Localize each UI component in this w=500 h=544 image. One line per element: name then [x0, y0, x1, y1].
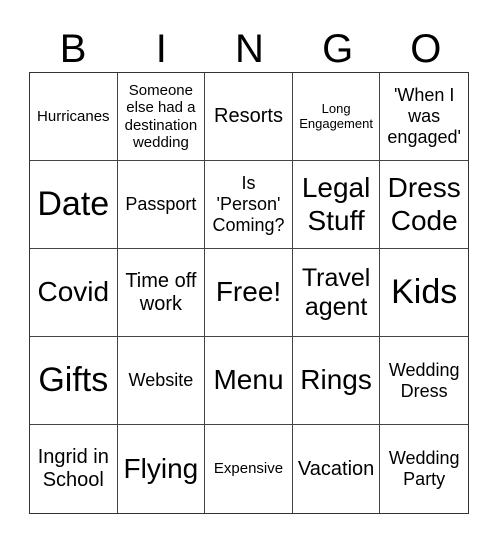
- bingo-header: BINGO: [29, 26, 470, 72]
- header-letter: B: [59, 27, 87, 71]
- bingo-cell[interactable]: Resorts: [205, 73, 293, 161]
- bingo-cell[interactable]: Wedding Dress: [380, 337, 468, 425]
- bingo-cell[interactable]: Menu: [205, 337, 293, 425]
- bingo-cell[interactable]: Kids: [380, 249, 468, 337]
- bingo-cell[interactable]: Date: [30, 161, 118, 249]
- bingo-cell[interactable]: Someone else had a destination wedding: [117, 73, 206, 161]
- bingo-cell[interactable]: Wedding Party: [380, 425, 468, 513]
- bingo-cell[interactable]: Long Engagement: [292, 73, 381, 161]
- bingo-cell[interactable]: Time off work: [117, 249, 206, 337]
- header-letter: N: [235, 27, 264, 71]
- bingo-cell[interactable]: Vacation: [293, 425, 381, 513]
- bingo-cell[interactable]: Covid: [30, 249, 118, 337]
- bingo-cell[interactable]: Rings: [292, 337, 381, 425]
- bingo-cell[interactable]: Free!: [205, 249, 293, 337]
- bingo-cell[interactable]: Expensive: [205, 425, 293, 513]
- bingo-cell[interactable]: Gifts: [30, 337, 118, 425]
- bingo-cell[interactable]: Dress Code: [380, 161, 468, 249]
- bingo-cell[interactable]: Travel agent: [292, 249, 381, 337]
- header-letter: O: [410, 27, 442, 71]
- bingo-cell[interactable]: Is 'Person' Coming?: [205, 161, 293, 249]
- bingo-cell[interactable]: Flying: [118, 425, 206, 513]
- bingo-cell[interactable]: Hurricanes: [30, 73, 118, 161]
- header-letter: G: [322, 27, 354, 71]
- bingo-cell[interactable]: Ingrid in School: [30, 425, 118, 513]
- bingo-cell[interactable]: 'When I was engaged': [380, 73, 468, 161]
- bingo-cell[interactable]: Passport: [117, 161, 206, 249]
- header-letter: I: [155, 27, 167, 71]
- bingo-cell[interactable]: Website: [117, 337, 206, 425]
- bingo-card: Hurricanes Someone else had a destination…: [29, 72, 469, 514]
- bingo-cell[interactable]: Legal Stuff: [292, 161, 381, 249]
